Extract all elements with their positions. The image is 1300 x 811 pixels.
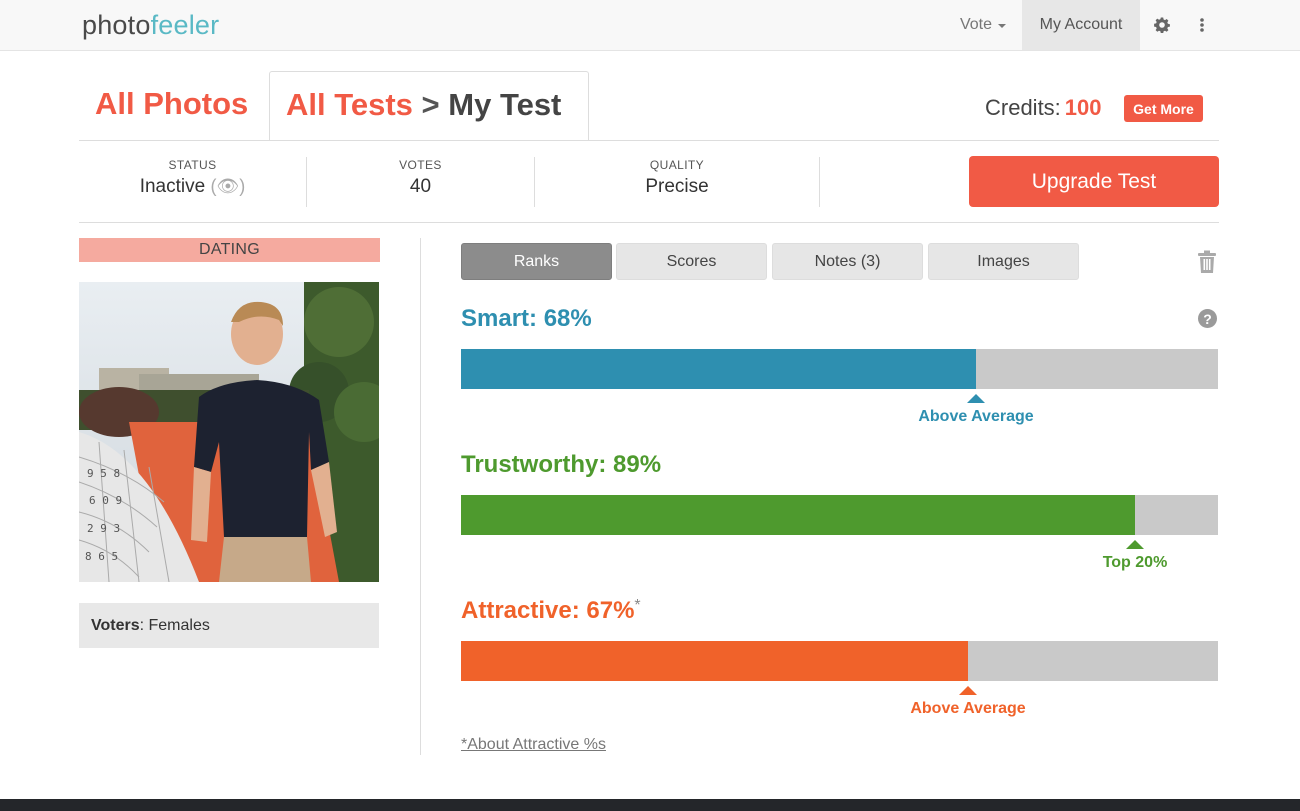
tab-all-photos[interactable]: All Photos [79, 86, 264, 126]
current-test-title: My Test [448, 87, 562, 122]
stat-votes-label: VOTES [399, 158, 442, 172]
metric-bar-fill [461, 495, 1135, 535]
triangle-up-icon [1126, 540, 1144, 549]
nav-my-account[interactable]: My Account [1022, 0, 1140, 50]
stat-quality-value: Precise [645, 176, 709, 197]
nav-vote-dropdown[interactable]: Vote [944, 0, 1022, 50]
stat-votes-value: 40 [409, 176, 432, 197]
metric-bar-fill [461, 641, 968, 681]
trash-icon[interactable] [1196, 250, 1218, 274]
tab-images[interactable]: Images [928, 243, 1079, 280]
svg-text:9 5 8: 9 5 8 [87, 467, 120, 480]
caret-down-icon [998, 24, 1007, 28]
metric-bar-fill [461, 349, 976, 389]
triangle-up-icon [959, 686, 977, 695]
svg-text:2 9 3: 2 9 3 [87, 522, 120, 535]
metric-rank-label: Above Average [918, 408, 1034, 425]
metric-title: Attractive: 67%* [461, 597, 641, 625]
credits-label: Credits: [985, 95, 1061, 120]
nav-account-label: My Account [1039, 16, 1123, 33]
metric-rank-label: Top 20% [1102, 554, 1168, 571]
voters-value: : Females [139, 616, 210, 634]
navbar: photofeeler Vote My Account [0, 0, 1300, 51]
stat-quality-label: QUALITY [649, 158, 705, 172]
logo-text-feeler: feeler [150, 10, 220, 40]
metric-title-suffix: * [634, 597, 641, 614]
voters-info: Voters: Females [79, 603, 379, 648]
stat-quality: QUALITY Precise [535, 158, 819, 208]
get-more-button[interactable]: Get More [1124, 95, 1203, 122]
help-icon[interactable]: ? [1198, 309, 1217, 328]
stat-status: STATUS Inactive (👁) [79, 158, 306, 208]
tab-scores[interactable]: Scores [616, 243, 767, 280]
stat-status-label: STATUS [168, 158, 217, 172]
stat-divider [819, 157, 820, 207]
metric-title-text: Attractive: 67% [461, 597, 635, 624]
about-attractive-link[interactable]: *About Attractive %s [461, 736, 606, 754]
breadcrumb-separator: > [421, 87, 440, 122]
metric-title: Trustworthy: 89% [461, 451, 661, 479]
tab-notes[interactable]: Notes (3) [772, 243, 923, 280]
metric-title-text: Trustworthy: 89% [461, 451, 662, 478]
metric-rank-label: Above Average [910, 700, 1026, 717]
tab-all-tests: All Tests > My Test [269, 71, 589, 141]
all-tests-link[interactable]: All Tests [286, 87, 413, 122]
credits-value: 100 [1064, 95, 1102, 120]
tab-ranks[interactable]: Ranks [461, 243, 612, 280]
metric-bar-track [461, 641, 1218, 681]
metric-title-text: Smart: 68% [461, 305, 592, 332]
svg-text:8 6 5: 8 6 5 [85, 550, 118, 563]
hidden-eye-icon: (👁) [210, 176, 246, 196]
gear-icon[interactable] [1148, 12, 1176, 38]
test-photo[interactable]: 9 5 8 6 0 9 2 9 3 8 6 5 [79, 282, 379, 582]
credits: Credits: 100 [985, 95, 1102, 121]
footer [0, 799, 1300, 811]
metric-bar-track [461, 349, 1218, 389]
svg-text:6 0 9: 6 0 9 [89, 494, 122, 507]
category-badge: DATING [79, 238, 380, 262]
metric-bar-track [461, 495, 1218, 535]
nav-vote-label: Vote [959, 16, 993, 33]
logo-text-photo: photo [82, 10, 151, 40]
stats-divider [79, 222, 1219, 223]
upgrade-test-button[interactable]: Upgrade Test [969, 156, 1219, 207]
triangle-up-icon [967, 394, 985, 403]
column-divider [420, 238, 421, 755]
tab-divider [79, 140, 1219, 141]
vertical-dots-icon[interactable] [1190, 12, 1214, 38]
metric-title: Smart: 68% [461, 305, 592, 333]
stat-votes: VOTES 40 [307, 158, 534, 208]
voters-label: Voters [91, 616, 140, 634]
logo[interactable]: photofeeler [82, 10, 219, 41]
stat-status-value: Inactive [139, 176, 206, 197]
